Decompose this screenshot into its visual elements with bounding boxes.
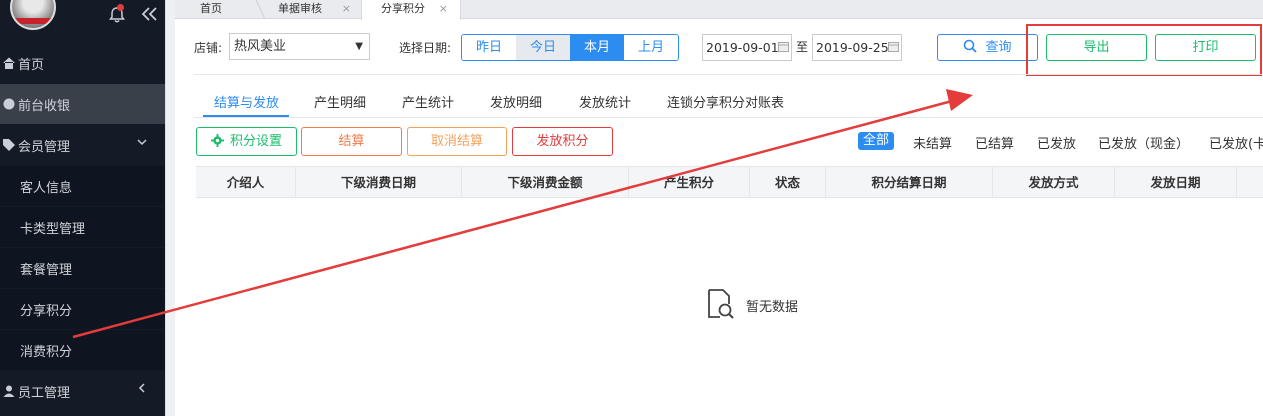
table-header: 介绍人 下级消费日期 下级消费金额 产生积分 状态 积分结算日期 发放方式 发放… bbox=[196, 166, 1263, 198]
collapse-sidebar-icon[interactable] bbox=[140, 4, 160, 24]
start-date-value: 2019-09-01 bbox=[706, 40, 779, 55]
query-label: 查询 bbox=[985, 40, 1012, 55]
sidebar-item-label: 会员管理 bbox=[18, 139, 71, 155]
col-sub-consume-amount[interactable]: 下级消费金额 bbox=[462, 167, 629, 198]
calendar-icon bbox=[888, 42, 899, 52]
range-yesterday[interactable]: 昨日 bbox=[462, 35, 516, 60]
divider bbox=[194, 117, 1263, 118]
sidebar-item-label: 分享积分 bbox=[20, 303, 73, 319]
close-icon[interactable]: × bbox=[439, 0, 448, 17]
no-data-icon bbox=[708, 289, 734, 319]
notification-dot bbox=[117, 4, 124, 11]
close-icon[interactable]: × bbox=[342, 0, 351, 17]
chevron-down-icon bbox=[137, 139, 147, 146]
sidebar-item-label: 套餐管理 bbox=[20, 262, 73, 278]
end-date-input[interactable]: 2019-09-25 bbox=[812, 34, 902, 61]
query-button[interactable]: 查询 bbox=[937, 34, 1038, 61]
empty-text: 暂无数据 bbox=[746, 300, 799, 315]
end-date-value: 2019-09-25 bbox=[816, 40, 889, 55]
col-issue-date[interactable]: 发放日期 bbox=[1115, 167, 1237, 198]
subtab-issue-detail[interactable]: 发放明细 bbox=[490, 92, 542, 111]
subtab-issue-stats[interactable]: 发放统计 bbox=[579, 92, 631, 111]
tab-doc-review[interactable]: 单据审核 × bbox=[253, 0, 363, 19]
col-referrer[interactable]: 介绍人 bbox=[196, 167, 296, 198]
user-icon bbox=[3, 385, 15, 397]
sidebar-item-label: 前台收银 bbox=[18, 98, 71, 114]
store-label: 店铺: bbox=[194, 41, 223, 55]
sidebar-item-label: 首页 bbox=[18, 57, 45, 73]
range-today[interactable]: 今日 bbox=[516, 35, 570, 60]
col-status[interactable]: 状态 bbox=[750, 167, 826, 198]
tab-label: 分享积分 bbox=[381, 2, 425, 15]
avatar[interactable] bbox=[10, 0, 56, 30]
subtab-settle-issue[interactable]: 结算与发放 bbox=[214, 92, 279, 111]
sidebar: 首页 前台收银 会员管理 客人信息 卡类型管理 套餐管理 分享积分 消费积分 员… bbox=[0, 0, 165, 416]
sidebar-item-label: 客人信息 bbox=[20, 180, 73, 196]
sidebar-item-consume-points[interactable]: 消费积分 bbox=[0, 330, 165, 370]
sidebar-item-staff-mgmt[interactable]: 员工管理 bbox=[0, 371, 165, 411]
range-this-month[interactable]: 本月 bbox=[570, 35, 624, 60]
issue-points-button[interactable]: 发放积分 bbox=[512, 127, 613, 156]
divider bbox=[194, 74, 1263, 75]
settle-button[interactable]: 结算 bbox=[301, 127, 402, 156]
col-issue-method[interactable]: 发放方式 bbox=[993, 167, 1115, 198]
store-select-value: 热风美业 bbox=[234, 39, 287, 54]
start-date-input[interactable]: 2019-09-01 bbox=[702, 34, 792, 61]
sidebar-item-share-points[interactable]: 分享积分 bbox=[0, 289, 165, 329]
subtab-produce-stats[interactable]: 产生统计 bbox=[402, 92, 454, 111]
tab-share-points[interactable]: 分享积分 × bbox=[361, 0, 461, 20]
chevron-left-icon bbox=[138, 383, 145, 393]
tab-strip: 首页 单据审核 × 分享积分 × bbox=[175, 0, 1263, 20]
col-settle-date[interactable]: 积分结算日期 bbox=[826, 167, 993, 198]
date-label: 选择日期: bbox=[399, 41, 452, 55]
subtab-produce-detail[interactable]: 产生明细 bbox=[314, 92, 366, 111]
col-points-generated[interactable]: 产生积分 bbox=[629, 167, 750, 198]
date-to-label: 至 bbox=[796, 40, 809, 54]
filter-unsettled[interactable]: 未结算 bbox=[913, 133, 952, 152]
tab-label: 单据审核 bbox=[278, 2, 322, 15]
filter-issued-cash[interactable]: 已发放（现金） bbox=[1098, 133, 1189, 152]
store-select[interactable]: 热风美业 ▼ bbox=[229, 33, 370, 60]
points-settings-label: 积分设置 bbox=[229, 134, 282, 149]
sidebar-item-card-types[interactable]: 卡类型管理 bbox=[0, 207, 165, 247]
tag-icon bbox=[3, 139, 15, 151]
filter-settled[interactable]: 已结算 bbox=[975, 133, 1014, 152]
sidebar-header bbox=[0, 0, 165, 38]
sidebar-item-cashier[interactable]: 前台收银 bbox=[0, 84, 165, 124]
range-last-month[interactable]: 上月 bbox=[624, 35, 678, 60]
cashier-icon bbox=[3, 98, 15, 110]
search-icon bbox=[964, 39, 978, 53]
points-settings-button[interactable]: 积分设置 bbox=[196, 127, 297, 156]
sidebar-item-packages[interactable]: 套餐管理 bbox=[0, 248, 165, 288]
subtab-chain-reconcile[interactable]: 连锁分享积分对账表 bbox=[667, 92, 784, 111]
tab-label: 首页 bbox=[200, 2, 222, 15]
home-icon bbox=[3, 57, 15, 69]
gear-icon bbox=[210, 134, 224, 147]
filter-issued[interactable]: 已发放 bbox=[1037, 133, 1076, 152]
cancel-settle-button[interactable]: 取消结算 bbox=[407, 127, 507, 156]
filter-issued-card[interactable]: 已发放(卡 bbox=[1209, 133, 1263, 152]
tab-home[interactable]: 首页 bbox=[175, 0, 255, 19]
content-divider bbox=[165, 0, 175, 416]
filter-all[interactable]: 全部 bbox=[858, 132, 895, 150]
calendar-icon bbox=[778, 42, 789, 52]
col-sub-consume-date[interactable]: 下级消费日期 bbox=[296, 167, 462, 198]
date-range-group: 昨日 今日 本月 上月 bbox=[461, 34, 679, 61]
sidebar-item-customer-info[interactable]: 客人信息 bbox=[0, 166, 165, 206]
caret-down-icon: ▼ bbox=[355, 41, 363, 52]
sidebar-item-label: 消费积分 bbox=[20, 344, 73, 360]
highlight-box bbox=[1026, 24, 1262, 76]
sidebar-item-member-mgmt[interactable]: 会员管理 bbox=[0, 125, 165, 165]
sidebar-item-label: 员工管理 bbox=[18, 385, 71, 401]
sidebar-item-label: 卡类型管理 bbox=[20, 221, 86, 237]
sidebar-item-home[interactable]: 首页 bbox=[0, 43, 165, 83]
